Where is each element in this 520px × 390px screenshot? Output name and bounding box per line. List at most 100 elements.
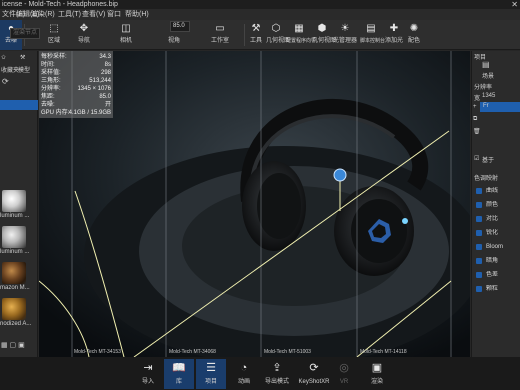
material-swatch[interactable] xyxy=(2,298,26,320)
texture-label: Mold-Tech MT-14118 xyxy=(360,349,407,355)
hud-row: 时间: 8s xyxy=(41,61,111,69)
hud-value: 4.1GB / 15.9GB xyxy=(68,110,111,116)
vr-label: VR xyxy=(339,379,349,385)
selected-row[interactable]: Fr xyxy=(480,102,520,112)
ribbon-tool-6-label: 添加光 xyxy=(384,38,403,44)
close-icon[interactable]: ✕ xyxy=(511,0,518,9)
navigation-icon: ✥ xyxy=(79,23,89,34)
ribbon-tool-3[interactable]: ⬢ 几何视图 xyxy=(312,20,336,50)
tab-scene[interactable]: 场景 xyxy=(482,71,494,80)
checkbox[interactable] xyxy=(476,230,482,236)
tab-models[interactable]: 模型 xyxy=(18,65,30,74)
layout-icon: ▦ xyxy=(294,23,304,34)
hud-row: 焦距: 85.0 xyxy=(41,93,111,101)
ribbon-nav-label: 导航 xyxy=(77,38,90,44)
import-button[interactable]: ⇥ 导入 xyxy=(133,359,163,389)
project-icon: ☰ xyxy=(206,362,216,374)
render-node-placeholder: 渲染节点 xyxy=(13,30,38,36)
ribbon-tool-5[interactable]: ▤ 脚本控制台 xyxy=(360,20,386,50)
ribbon-studio-button[interactable]: ▭ 工作室 xyxy=(205,20,235,50)
palette-icon: ✺ xyxy=(409,23,419,34)
scene-icon[interactable]: ▤ xyxy=(482,60,490,69)
colors-header: 色调映射 xyxy=(474,176,499,182)
ribbon-region-label: 区域 xyxy=(47,38,60,44)
project-button[interactable]: ☰ 项目 xyxy=(196,359,226,389)
keyshotxr-icon: ⟳ xyxy=(309,362,319,374)
ribbon-tool-4[interactable]: ☀ 光管理器 xyxy=(333,20,357,50)
res-value[interactable]: 1345 xyxy=(482,93,495,99)
tonemap-row: 锐化 xyxy=(486,230,499,236)
hud-key: 去噪: xyxy=(41,102,55,108)
ribbon-tool-2[interactable]: ▦ 配置程序向导 xyxy=(286,20,316,50)
ribbon-studio-label: 工作室 xyxy=(210,38,229,44)
checkbox[interactable] xyxy=(476,202,482,208)
hud-value: 8s xyxy=(104,62,111,68)
hud-value: 298 xyxy=(100,70,111,76)
hud-row: 去噪: 开 xyxy=(41,101,111,109)
material-swatch[interactable] xyxy=(2,226,26,248)
ribbon-separator xyxy=(244,24,245,46)
texture-label: Mold-Tech MT-34153 xyxy=(74,349,121,355)
render-button[interactable]: ▣ 渲染 xyxy=(362,359,392,389)
thumbnail-size-icon[interactable]: ▦ ▢ ▣ xyxy=(1,341,25,349)
checkbox[interactable] xyxy=(476,216,482,222)
keyshotxr-button[interactable]: ⟳ KeyShotXR xyxy=(296,359,332,389)
checkbox[interactable] xyxy=(476,258,482,264)
selected-folder-row[interactable] xyxy=(0,100,38,110)
render-label: 渲染 xyxy=(370,379,383,385)
animation-button[interactable]: ◔ 动画 xyxy=(229,359,259,389)
ribbon-tool-0[interactable]: ⚒ 工具 xyxy=(246,20,266,50)
render-node-field[interactable]: 渲染节点 xyxy=(10,28,40,39)
menu-view[interactable]: 查看(V) xyxy=(82,9,105,20)
checkbox[interactable] xyxy=(476,244,482,250)
menu-render[interactable]: 渲染(R) xyxy=(31,9,55,20)
ribbon-tool-1[interactable]: ⬡ 几何视图 xyxy=(266,20,290,50)
models-icon: ⚒ xyxy=(20,55,26,61)
ribbon-nav-button[interactable]: ✥ 导航 xyxy=(70,20,98,50)
project-label: 项目 xyxy=(204,379,217,385)
checkbox[interactable] xyxy=(476,286,482,292)
star-icon: ✩ xyxy=(1,55,7,61)
hud-row: 每秒采样: 34.3 xyxy=(41,53,111,61)
render-viewport[interactable]: 每秒采样: 34.3 时间: 8s 采样值: 298 三角形: 513,244 分辨率:… xyxy=(39,51,470,357)
vr-button[interactable]: ◎ VR xyxy=(329,359,359,389)
region-icon: ⬚ xyxy=(49,23,59,34)
copy-icon[interactable]: ⧉ xyxy=(473,116,477,123)
hud-row: 分辨率: 1345 × 1076 xyxy=(41,85,111,93)
add-icon[interactable]: + xyxy=(473,104,477,110)
check-icon[interactable]: ☑ xyxy=(474,155,479,162)
ribbon-tool-6[interactable]: ✚ 添加光 xyxy=(384,20,404,50)
menu-window[interactable]: 窗口 xyxy=(107,9,121,20)
hud-key: 每秒采样: xyxy=(41,54,67,60)
tonemap-row: 曲线 xyxy=(486,188,499,194)
ribbon-camera-button[interactable]: ◫ 相机 xyxy=(112,20,140,50)
material-label: mazon M... xyxy=(0,285,30,291)
hud-row: GPU 内存: 4.1GB / 15.9GB xyxy=(41,109,111,117)
hud-value: 85.0 xyxy=(99,94,111,100)
checkbox[interactable] xyxy=(476,272,482,278)
geometry-view-icon: ⬢ xyxy=(317,23,327,34)
ribbon-tool-5-label: 脚本控制台 xyxy=(360,38,386,44)
hud-row: 三角形: 513,244 xyxy=(41,77,111,85)
studio-icon: ▭ xyxy=(215,23,225,34)
hud-key: 三角形: xyxy=(41,78,61,84)
ribbon-tool-4-label: 光管理器 xyxy=(333,38,358,44)
material-swatch[interactable] xyxy=(2,190,26,212)
menu-tools[interactable]: 工具(T) xyxy=(58,9,81,20)
material-swatch[interactable] xyxy=(2,262,26,284)
menu-help[interactable]: 帮助(H) xyxy=(125,9,149,20)
delete-icon[interactable]: 🗑 xyxy=(473,128,481,135)
refresh-icon[interactable]: ⟳ xyxy=(2,77,9,86)
library-button[interactable]: 📖 库 xyxy=(164,359,194,389)
ribbon-region-button[interactable]: ⬚ 区域 xyxy=(40,20,68,50)
check-label: 基于 xyxy=(482,158,495,164)
hud-key: GPU 内存: xyxy=(41,110,70,116)
ribbon-tool-7[interactable]: ✺ 配色 xyxy=(404,20,424,50)
tab-favorites[interactable]: 收藏夹 xyxy=(1,65,19,74)
library-icon: 📖 xyxy=(172,362,186,374)
export-button[interactable]: ⇪ 导出模式 xyxy=(262,359,292,389)
hud-key: 分辨率: xyxy=(41,86,61,92)
ribbon-view-button[interactable]: 视角 xyxy=(160,20,188,50)
ribbon-tool-0-label: 工具 xyxy=(249,38,262,44)
checkbox[interactable] xyxy=(476,188,482,194)
